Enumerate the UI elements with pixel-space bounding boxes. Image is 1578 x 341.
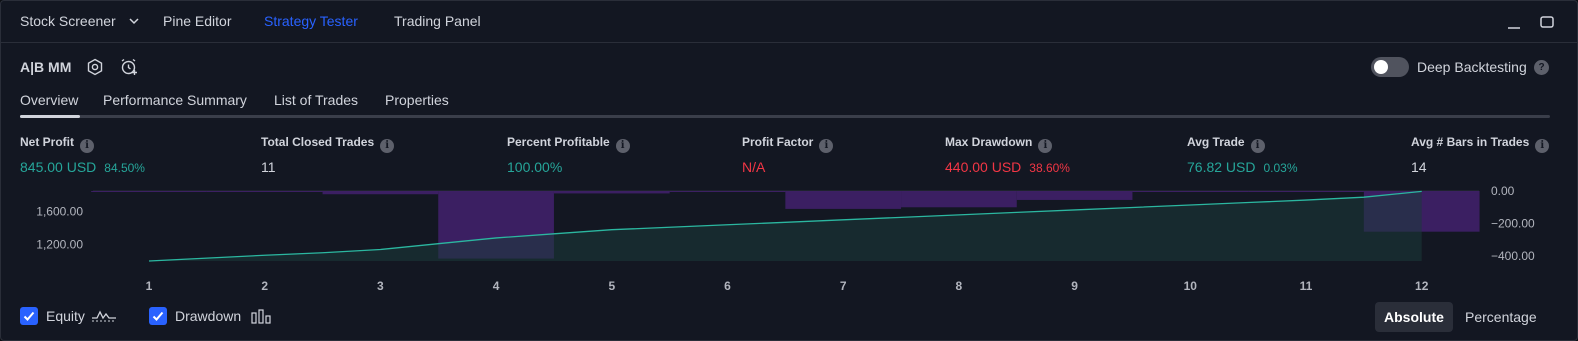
minimize-icon[interactable]	[1505, 13, 1523, 31]
left-axis-tick: 1,200.00	[36, 238, 83, 252]
x-axis-tick: 5	[608, 279, 615, 293]
info-icon[interactable]: i	[819, 139, 834, 153]
subtab-list-of-trades[interactable]: List of Trades	[274, 92, 358, 108]
x-axis-tick: 10	[1184, 279, 1198, 293]
metric-percent: 84.50%	[104, 161, 145, 175]
drawdown-legend-label: Drawdown	[175, 308, 242, 324]
drawdown-bar	[1016, 191, 1133, 200]
metric-label: Avg Trade	[1187, 135, 1245, 149]
x-axis-tick: 11	[1300, 279, 1313, 293]
info-icon[interactable]: i	[380, 139, 395, 153]
x-axis-tick: 8	[956, 279, 963, 293]
bottom-panel-tabbar: Stock Screener Pine Editor Strategy Test…	[1, 1, 1577, 43]
metric-value: 845.00 USD	[20, 159, 97, 175]
drawdown-bar	[322, 191, 439, 195]
left-axis-tick: 1,600.00	[36, 205, 83, 219]
subtab-active-indicator	[20, 115, 80, 118]
tab-trading-panel[interactable]: Trading Panel	[394, 13, 481, 29]
metric-value: N/A	[742, 159, 766, 175]
tab-pine-editor[interactable]: Pine Editor	[163, 13, 231, 29]
drawdown-bar	[91, 191, 207, 192]
equity-legend-label: Equity	[46, 308, 85, 324]
settings-icon[interactable]	[85, 57, 105, 77]
metric-avg-bars-in-trades: Avg # Bars in Trades i 14	[1411, 135, 1550, 175]
absolute-mode-button[interactable]: Absolute	[1375, 302, 1453, 332]
right-axis-tick: −200.00	[1491, 217, 1535, 231]
right-axis-tick: −400.00	[1491, 249, 1535, 263]
subtab-overview[interactable]: Overview	[20, 92, 78, 108]
deep-backtesting-label: Deep Backtesting	[1417, 59, 1527, 75]
x-axis-tick: 2	[261, 279, 268, 293]
strategy-name: A|B MM	[20, 59, 72, 75]
check-icon	[23, 311, 35, 321]
metric-percent: 38.60%	[1029, 161, 1070, 175]
drawdown-bar	[1248, 191, 1364, 192]
maximize-icon[interactable]	[1538, 13, 1556, 31]
metric-net-profit: Net Profit i 845.00 USD 84.50%	[20, 135, 145, 175]
x-axis-tick: 7	[840, 279, 847, 293]
drawdown-bar	[669, 191, 786, 192]
deep-backtesting-toggle[interactable]	[1371, 57, 1409, 77]
subtab-track	[20, 115, 1550, 118]
drawdown-bar	[901, 191, 1017, 208]
help-icon[interactable]: ?	[1534, 60, 1549, 75]
drawdown-checkbox[interactable]	[149, 307, 167, 325]
info-icon[interactable]: i	[615, 139, 630, 153]
drawdown-bars-icon	[251, 309, 271, 324]
equity-checkbox[interactable]	[20, 307, 38, 325]
equity-drawdown-chart[interactable]: 1,600.001,200.000.00−200.00−400.001 2 3 4 5 6…	[1, 177, 1578, 297]
metric-percent-profitable: Percent Profitable i 100.00%	[507, 135, 630, 175]
metric-value: 76.82 USD	[1187, 159, 1256, 175]
add-alert-icon[interactable]	[119, 57, 139, 77]
metric-total-closed-trades: Total Closed Trades i 11	[261, 135, 395, 175]
x-axis-tick: 3	[377, 279, 384, 293]
right-axis-tick: 0.00	[1491, 184, 1515, 198]
metric-avg-trade: Avg Trade i 76.82 USD 0.03%	[1187, 135, 1298, 175]
drawdown-bar	[553, 191, 670, 194]
x-axis-tick: 12	[1415, 279, 1429, 293]
drawdown-bar	[206, 191, 323, 192]
metric-value: 440.00 USD	[945, 159, 1022, 175]
metric-percent: 0.03%	[1263, 161, 1298, 175]
strategy-tester-panel: Stock Screener Pine Editor Strategy Test…	[0, 0, 1578, 341]
info-icon[interactable]: i	[1038, 139, 1053, 153]
metric-label: Total Closed Trades	[261, 135, 375, 149]
x-axis-tick: 6	[724, 279, 731, 293]
tab-stock-screener[interactable]: Stock Screener	[20, 13, 116, 29]
metric-value: 11	[261, 159, 276, 175]
x-axis-tick: 1	[146, 279, 153, 293]
metric-label: Profit Factor	[742, 135, 814, 149]
tab-strategy-tester[interactable]: Strategy Tester	[264, 13, 358, 29]
metric-label: Avg # Bars in Trades	[1411, 135, 1530, 149]
toggle-knob	[1374, 60, 1388, 74]
x-axis-tick: 9	[1071, 279, 1078, 293]
metric-value: 100.00%	[507, 159, 563, 175]
metric-label: Percent Profitable	[507, 135, 610, 149]
metric-max-drawdown: Max Drawdown i 440.00 USD 38.60%	[945, 135, 1070, 175]
metric-label: Max Drawdown	[945, 135, 1033, 149]
check-icon	[152, 311, 164, 321]
metric-label: Net Profit	[20, 135, 74, 149]
percentage-mode-button[interactable]: Percentage	[1456, 302, 1546, 332]
info-icon[interactable]: i	[1535, 139, 1550, 153]
metric-profit-factor: Profit Factor i N/A	[742, 135, 834, 175]
info-icon[interactable]: i	[1250, 139, 1265, 153]
drawdown-bar	[785, 191, 902, 209]
subtab-performance-summary[interactable]: Performance Summary	[103, 92, 247, 108]
info-icon[interactable]: i	[80, 139, 94, 153]
metric-value: 14	[1411, 159, 1427, 175]
chevron-down-icon[interactable]	[128, 15, 140, 27]
x-axis-tick: 4	[493, 279, 500, 293]
drawdown-bar	[1132, 191, 1249, 192]
subtab-properties[interactable]: Properties	[385, 92, 449, 108]
equity-line-icon	[92, 310, 116, 322]
